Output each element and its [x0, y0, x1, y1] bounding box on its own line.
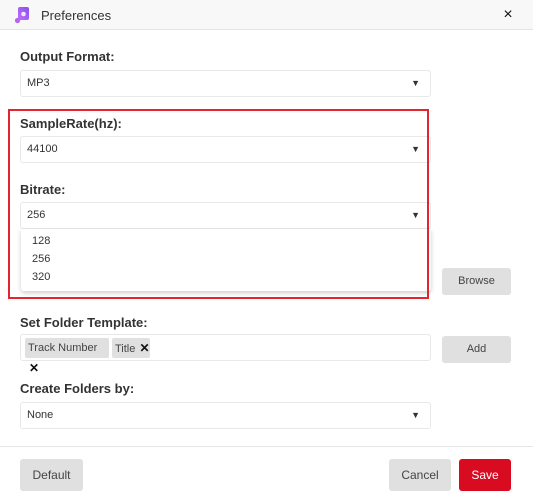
cancel-button[interactable]: Cancel: [389, 459, 451, 491]
folder-template-field[interactable]: Track Number ✕ Title ✕: [20, 334, 431, 375]
bitrate-option[interactable]: 256: [21, 250, 431, 268]
bitrate-label: Bitrate:: [20, 182, 66, 197]
create-folders-value: None: [27, 409, 54, 421]
chevron-down-icon: ▼: [411, 144, 420, 154]
title-bar: Preferences ×: [0, 0, 533, 30]
sample-rate-value: 44100: [27, 143, 58, 155]
template-tag-label: Track Number: [28, 342, 98, 354]
chevron-down-icon: ▼: [411, 410, 420, 420]
template-tag: Track Number ✕: [25, 338, 109, 375]
footer-divider: [0, 446, 533, 447]
browse-button[interactable]: Browse: [442, 268, 511, 295]
music-note-icon: [14, 6, 30, 24]
chevron-down-icon: ▼: [411, 78, 420, 88]
bitrate-dropdown-list: 128 256 320: [21, 229, 431, 291]
preferences-dialog: Preferences × Output Format: MP3 ▼ Sampl…: [0, 0, 533, 500]
sample-rate-label: SampleRate(hz):: [20, 116, 122, 131]
bitrate-select[interactable]: 256 ▼: [20, 202, 431, 229]
default-button[interactable]: Default: [20, 459, 83, 491]
output-format-select[interactable]: MP3 ▼: [20, 70, 431, 97]
sample-rate-select[interactable]: 44100 ▼: [20, 136, 431, 163]
add-template-button[interactable]: Add: [442, 336, 511, 363]
create-folders-select[interactable]: None ▼: [20, 402, 431, 429]
save-button[interactable]: Save: [459, 459, 511, 491]
output-format-label: Output Format:: [20, 49, 115, 64]
bitrate-value: 256: [27, 209, 46, 221]
dialog-title: Preferences: [41, 8, 112, 23]
template-tag: Title ✕: [112, 338, 150, 358]
bitrate-option[interactable]: 320: [21, 268, 431, 286]
remove-tag-icon[interactable]: ✕: [139, 341, 149, 355]
chevron-down-icon: ▼: [411, 210, 420, 220]
output-format-value: MP3: [27, 77, 50, 89]
close-icon[interactable]: ×: [499, 6, 517, 24]
create-folders-label: Create Folders by:: [20, 381, 135, 396]
folder-template-label: Set Folder Template:: [20, 315, 148, 330]
bitrate-option[interactable]: 128: [21, 232, 431, 250]
template-tag-label: Title: [115, 343, 136, 355]
remove-tag-icon[interactable]: ✕: [29, 361, 39, 375]
